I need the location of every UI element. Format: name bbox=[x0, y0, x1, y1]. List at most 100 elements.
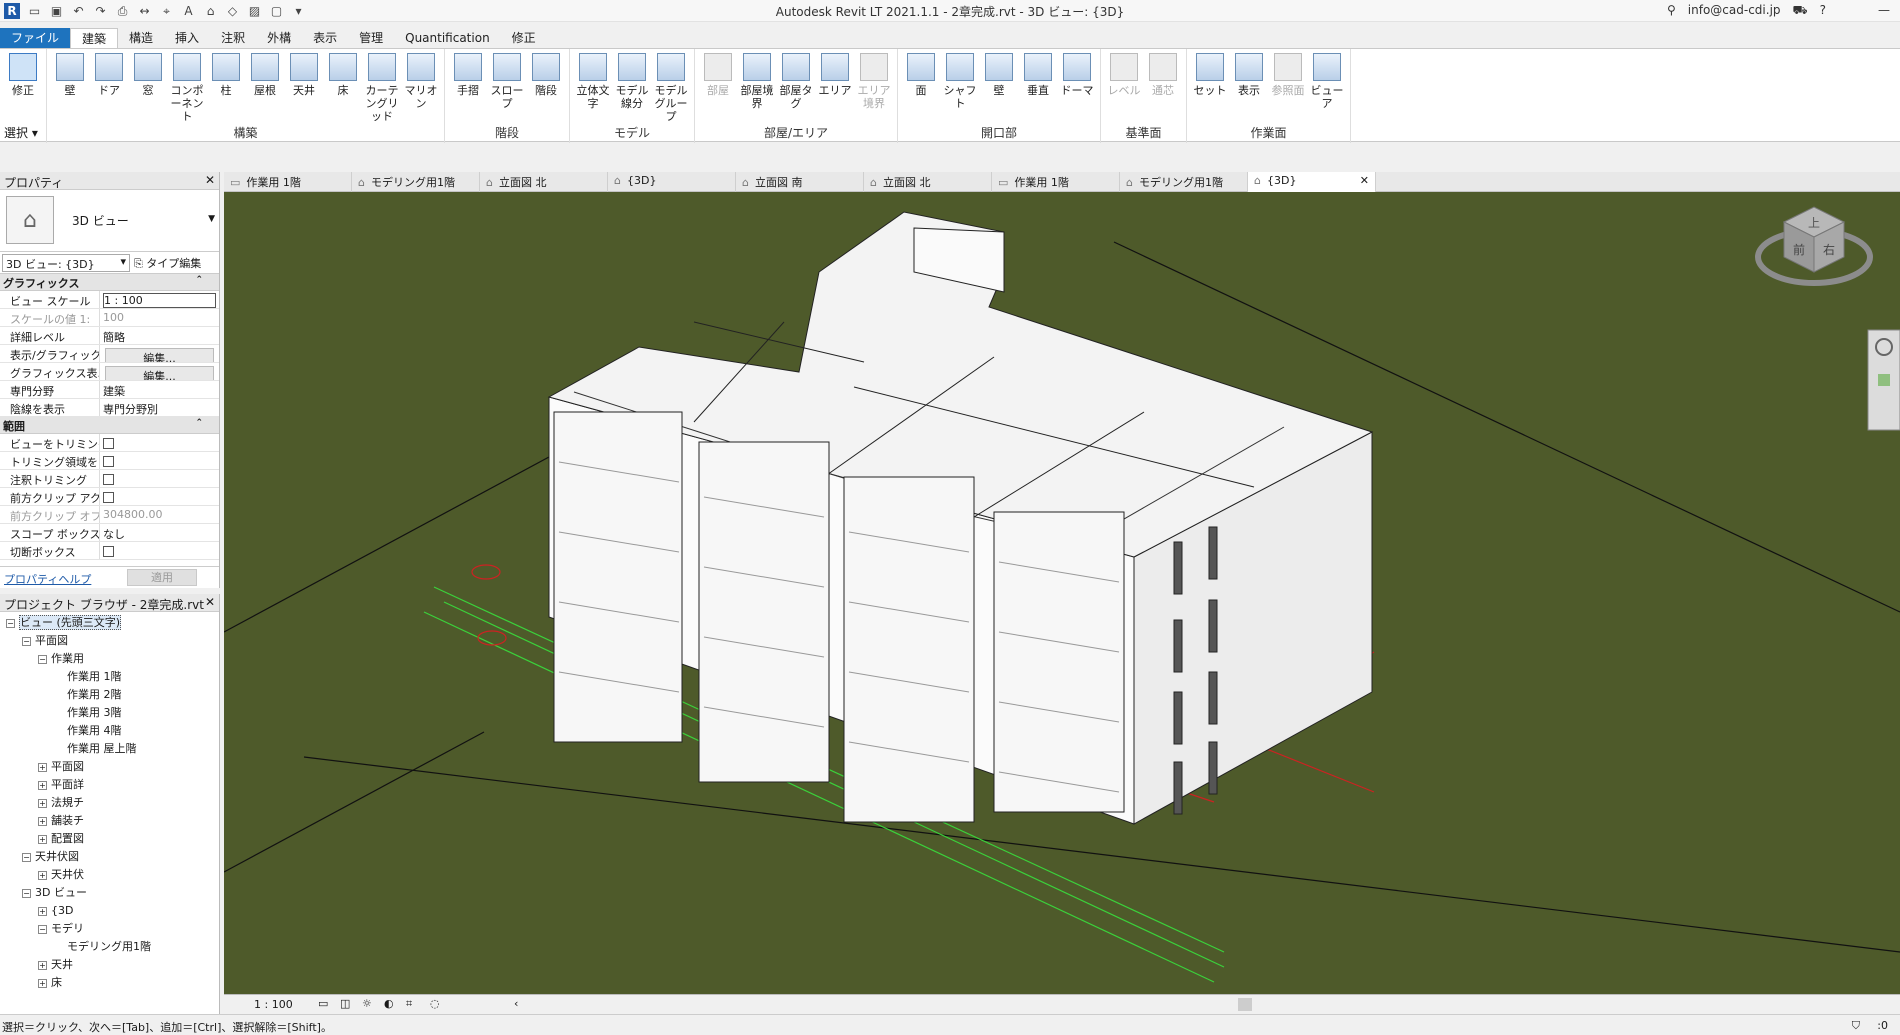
property-row[interactable]: グラフィックス表... 編集... bbox=[0, 363, 219, 381]
expand-icon[interactable]: + bbox=[38, 978, 47, 988]
expand-icon[interactable]: + bbox=[38, 798, 47, 808]
collapse-icon[interactable]: − bbox=[22, 636, 31, 646]
ribbon-button-4-1[interactable]: 部屋境界 bbox=[738, 53, 776, 110]
select-dropdown[interactable]: 選択 ▾ bbox=[4, 124, 38, 141]
property-value[interactable] bbox=[100, 488, 219, 505]
ribbon-button-1-4[interactable]: 柱 bbox=[207, 53, 245, 97]
close-tab-icon[interactable]: ✕ bbox=[1360, 174, 1369, 187]
property-row[interactable]: トリミング領域を... bbox=[0, 452, 219, 470]
collapse-icon[interactable]: − bbox=[38, 924, 47, 934]
tree-node[interactable]: + 平面図 bbox=[0, 758, 219, 776]
property-value[interactable]: 建築 bbox=[100, 381, 219, 398]
ribbon-button-0-0[interactable]: 修正 bbox=[4, 53, 42, 97]
property-value[interactable]: 304800.00 bbox=[100, 506, 219, 523]
tree-node[interactable]: − 作業用 bbox=[0, 650, 219, 668]
ribbon-button-5-0[interactable]: 面 bbox=[902, 53, 940, 97]
group-extents[interactable]: 範囲 ⌃ bbox=[0, 417, 219, 434]
view-scale[interactable]: 1 : 100 bbox=[254, 998, 293, 1011]
tree-node[interactable]: モデリング用1階 bbox=[0, 938, 219, 956]
property-value[interactable] bbox=[100, 434, 219, 451]
checkbox[interactable] bbox=[103, 474, 114, 485]
ribbon-button-5-3[interactable]: 垂直 bbox=[1019, 53, 1057, 97]
shadows-icon[interactable]: ◐ bbox=[384, 997, 394, 1010]
user-account[interactable]: info@cad-cdi.jp bbox=[1688, 3, 1781, 19]
filter-icon[interactable]: ⛉ bbox=[1852, 1019, 1860, 1033]
binoculars-icon[interactable]: ⚲ bbox=[1667, 3, 1676, 19]
viewcube[interactable]: 上 前 右 bbox=[1755, 206, 1873, 286]
ribbon-button-1-1[interactable]: ドア bbox=[90, 53, 128, 97]
tree-node[interactable]: + 舗装チ bbox=[0, 812, 219, 830]
collapse-icon[interactable]: − bbox=[22, 852, 31, 862]
property-value[interactable]: 編集... bbox=[100, 363, 219, 380]
close-icon[interactable]: ✕ bbox=[205, 173, 215, 187]
tab-7[interactable]: 管理 bbox=[348, 28, 394, 48]
ribbon-button-1-0[interactable]: 壁 bbox=[51, 53, 89, 97]
view-tab[interactable]: ⌂ モデリング用1階 bbox=[352, 172, 480, 192]
property-row[interactable]: 前方クリップ オフ...304800.00 bbox=[0, 506, 219, 524]
horizontal-scrollbar-thumb[interactable] bbox=[1238, 998, 1252, 1011]
sun-path-icon[interactable]: ☼ bbox=[362, 997, 372, 1010]
tree-node[interactable]: + 法規チ bbox=[0, 794, 219, 812]
ribbon-button-3-0[interactable]: 立体文字 bbox=[574, 53, 612, 110]
ribbon-button-2-2[interactable]: 階段 bbox=[527, 53, 565, 97]
ribbon-button-1-5[interactable]: 屋根 bbox=[246, 53, 284, 97]
checkbox[interactable] bbox=[103, 492, 114, 503]
ribbon-button-4-2[interactable]: 部屋タグ bbox=[777, 53, 815, 110]
group-graphics[interactable]: グラフィックス ⌃ bbox=[0, 274, 219, 291]
property-row[interactable]: 陰線を表示 専門分野別 bbox=[0, 399, 219, 417]
tab-0[interactable]: ファイル bbox=[0, 28, 71, 48]
view-tab[interactable]: ⌂ 立面図 北 bbox=[864, 172, 992, 192]
property-row[interactable]: 切断ボックス bbox=[0, 542, 219, 560]
ribbon-button-2-0[interactable]: 手摺 bbox=[449, 53, 487, 97]
tree-node[interactable]: 作業用 3階 bbox=[0, 704, 219, 722]
ribbon-button-1-6[interactable]: 天井 bbox=[285, 53, 323, 97]
help-icon[interactable]: ? bbox=[1820, 3, 1826, 19]
property-value[interactable] bbox=[100, 452, 219, 469]
property-row[interactable]: スケールの値 1: 100 bbox=[0, 309, 219, 327]
ribbon-button-5-1[interactable]: シャフト bbox=[941, 53, 979, 110]
property-value[interactable]: なし bbox=[100, 524, 219, 541]
property-value[interactable]: 100 bbox=[100, 309, 219, 326]
expand-icon[interactable]: + bbox=[38, 906, 47, 916]
ribbon-button-1-9[interactable]: マリオン bbox=[402, 53, 440, 110]
tree-node[interactable]: 作業用 2階 bbox=[0, 686, 219, 704]
view-tab[interactable]: ⌂ 立面図 北 bbox=[480, 172, 608, 192]
expand-icon[interactable]: + bbox=[38, 762, 47, 772]
tab-3[interactable]: 挿入 bbox=[164, 28, 210, 48]
tree-node[interactable]: + 天井伏 bbox=[0, 866, 219, 884]
collapse-icon[interactable]: − bbox=[22, 888, 31, 898]
tree-node[interactable]: + 天井 bbox=[0, 956, 219, 974]
expand-icon[interactable]: + bbox=[38, 960, 47, 970]
ribbon-button-7-0[interactable]: セット bbox=[1191, 53, 1229, 97]
ribbon-button-7-2[interactable]: 参照面 bbox=[1269, 53, 1307, 97]
ribbon-button-1-2[interactable]: 窓 bbox=[129, 53, 167, 97]
property-value[interactable]: 編集... bbox=[100, 345, 219, 362]
tree-node[interactable]: + {3D bbox=[0, 902, 219, 920]
ribbon-button-5-2[interactable]: 壁 bbox=[980, 53, 1018, 97]
ribbon-button-2-1[interactable]: スロープ bbox=[488, 53, 526, 110]
ribbon-button-1-3[interactable]: コンポーネント bbox=[168, 53, 206, 123]
view-tab[interactable]: ⌂ {3D} ✕ bbox=[1248, 172, 1376, 192]
view-tab[interactable]: ⌂ 立面図 南 bbox=[736, 172, 864, 192]
tree-node[interactable]: + 配置図 bbox=[0, 830, 219, 848]
expand-icon[interactable]: + bbox=[38, 780, 47, 790]
ribbon-button-7-3[interactable]: ビューア bbox=[1308, 53, 1346, 110]
property-value[interactable]: 専門分野別 bbox=[100, 399, 219, 416]
crop-view-icon[interactable]: ⌗ bbox=[406, 997, 412, 1011]
property-row[interactable]: スコープ ボックス なし bbox=[0, 524, 219, 542]
ribbon-button-6-1[interactable]: 通芯 bbox=[1144, 53, 1182, 97]
property-value[interactable]: 簡略 bbox=[100, 327, 219, 344]
property-row[interactable]: ビューをトリミング bbox=[0, 434, 219, 452]
ribbon-button-4-0[interactable]: 部屋 bbox=[699, 53, 737, 97]
tab-4[interactable]: 注釈 bbox=[210, 28, 256, 48]
ribbon-button-1-7[interactable]: 床 bbox=[324, 53, 362, 97]
properties-help-link[interactable]: プロパティヘルプ bbox=[4, 571, 91, 587]
tab-5[interactable]: 外構 bbox=[256, 28, 302, 48]
view-tab[interactable]: ⌂ {3D} bbox=[608, 172, 736, 192]
tab-1[interactable]: 建築 bbox=[70, 28, 119, 48]
expand-icon[interactable]: + bbox=[38, 816, 47, 826]
tree-node[interactable]: + 平面詳 bbox=[0, 776, 219, 794]
detail-level-icon[interactable]: ▭ bbox=[318, 997, 328, 1010]
instance-filter-select[interactable]: 3D ビュー: {3D} bbox=[2, 253, 130, 272]
tree-node[interactable]: − モデリ bbox=[0, 920, 219, 938]
